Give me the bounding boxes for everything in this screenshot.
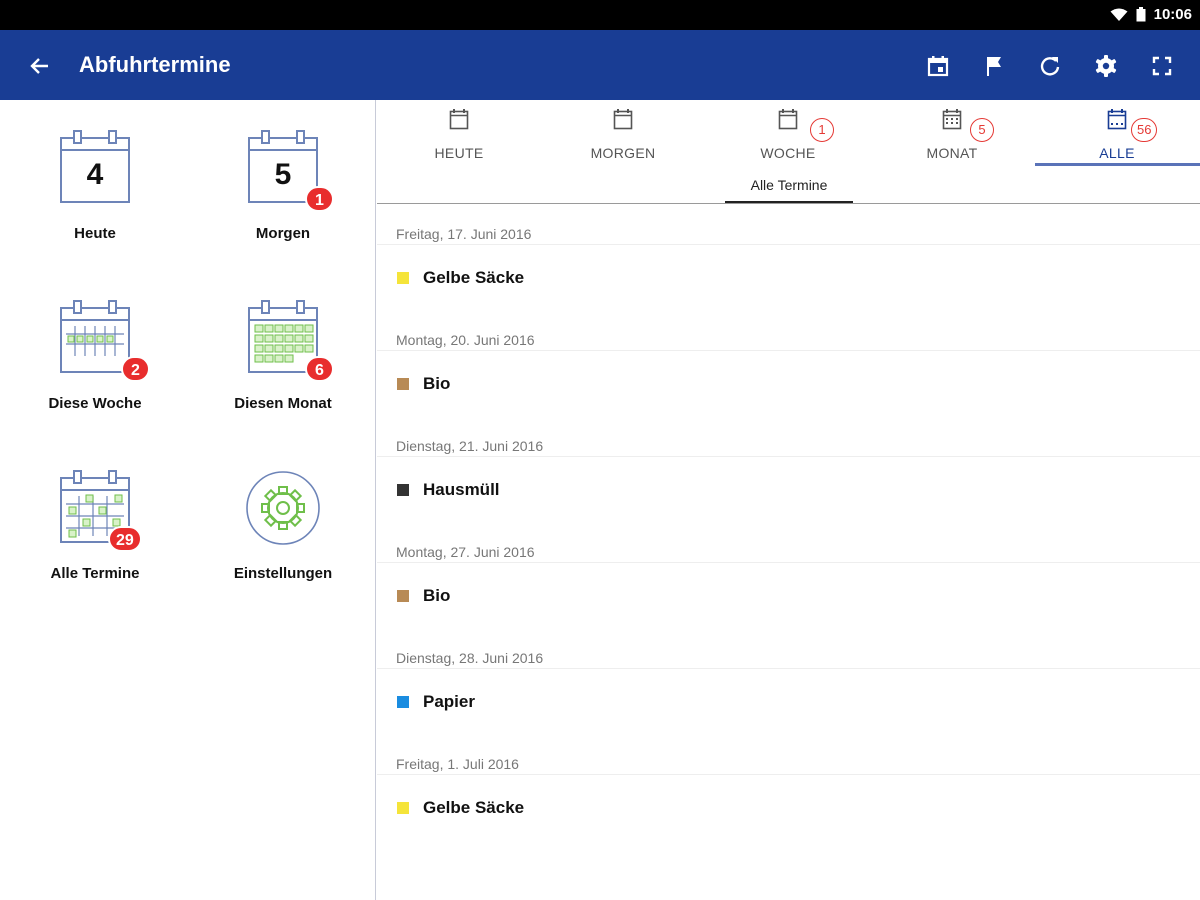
battery-icon	[1136, 7, 1146, 22]
calendar-icon	[927, 56, 949, 77]
entry-label: Bio	[423, 373, 451, 393]
tile-day-number: 4	[87, 158, 104, 191]
tile-diese-woche[interactable]: 2 Diese Woche	[10, 276, 180, 426]
date-header: Freitag, 17. Juni 2016	[377, 204, 1200, 244]
list-item[interactable]: Bio	[377, 350, 1200, 416]
termin-list: Freitag, 17. Juni 2016 Gelbe Säcke Monta…	[377, 204, 1200, 840]
tab-woche[interactable]: 1 WOCHE	[706, 100, 870, 168]
subtab-alle-termine[interactable]: Alle Termine	[725, 170, 853, 203]
app-bar: Abfuhrtermine	[0, 30, 1200, 100]
color-swatch	[397, 377, 409, 390]
calendar-all-icon	[1107, 109, 1127, 130]
list-item[interactable]: Papier	[377, 668, 1200, 734]
tile-einstellungen[interactable]: Einstellungen	[198, 446, 368, 596]
list-item[interactable]: Bio	[377, 562, 1200, 628]
color-swatch	[397, 483, 409, 496]
tab-alle[interactable]: 56 ALLE	[1035, 100, 1199, 168]
entry-label: Papier	[423, 691, 475, 711]
tab-count-badge: 5	[970, 118, 994, 142]
tile-label: Diese Woche	[48, 395, 142, 412]
tile-label: Einstellungen	[233, 565, 333, 582]
tab-label: HEUTE	[434, 145, 484, 161]
tile-badge: 6	[305, 356, 334, 382]
list-item[interactable]: Hausmüll	[377, 456, 1200, 522]
tab-morgen[interactable]: MORGEN	[541, 100, 705, 168]
settings-icon	[1095, 55, 1117, 77]
calendar-button[interactable]	[920, 48, 956, 84]
tab-indicator	[1035, 163, 1200, 166]
tile-label: Alle Termine	[50, 565, 140, 582]
tab-monat[interactable]: 5 MONAT	[870, 100, 1034, 168]
date-header: Dienstag, 21. Juni 2016	[377, 416, 1200, 456]
color-swatch	[397, 589, 409, 602]
tile-morgen[interactable]: 5 1 Morgen	[198, 106, 368, 256]
tile-badge: 1	[305, 186, 334, 212]
settings-button[interactable]	[1088, 48, 1124, 84]
calendar-day-icon: 4	[60, 130, 130, 203]
calendar-day-icon	[613, 109, 633, 130]
fullscreen-icon	[1152, 56, 1172, 76]
list-item[interactable]: Gelbe Säcke	[377, 774, 1200, 840]
tile-heute[interactable]: 4 Heute	[10, 106, 180, 256]
tile-badge: 29	[108, 526, 142, 552]
refresh-icon	[1040, 57, 1060, 76]
list-item[interactable]: Gelbe Säcke	[377, 244, 1200, 310]
tile-diesen-monat[interactable]: 6 Diesen Monat	[198, 276, 368, 426]
tab-label: MORGEN	[590, 145, 656, 161]
entry-label: Hausmüll	[423, 479, 500, 499]
tile-alle-termine[interactable]: 29 Alle Termine	[10, 446, 180, 596]
page-title: Abfuhrtermine	[79, 52, 231, 77]
arrow-left-icon	[30, 58, 48, 74]
wifi-icon	[1110, 8, 1128, 21]
calendar-month-icon	[942, 109, 962, 130]
tile-label: Diesen Monat	[234, 395, 332, 412]
fullscreen-button[interactable]	[1144, 48, 1180, 84]
tile-badge: 2	[121, 356, 150, 382]
tab-label: ALLE	[1099, 145, 1135, 161]
status-bar: 10:06	[0, 0, 1200, 30]
tab-heute[interactable]: HEUTE	[377, 100, 541, 168]
entry-label: Gelbe Säcke	[423, 267, 525, 287]
tab-label: WOCHE	[760, 145, 816, 161]
tile-label: Heute	[74, 225, 116, 242]
tab-count-badge: 1	[810, 118, 834, 142]
entry-label: Gelbe Säcke	[423, 797, 525, 817]
calendar-week-icon	[778, 109, 798, 130]
color-swatch	[397, 801, 409, 814]
filter-tabs: HEUTE MORGEN 1 WOCHE 5 MONAT 56 ALLE	[377, 100, 1200, 168]
date-header: Freitag, 1. Juli 2016	[377, 734, 1200, 774]
back-button[interactable]	[22, 50, 58, 82]
tab-count-badge: 56	[1131, 118, 1158, 142]
overview-panel: 4 Heute 5 1 Morgen 2 Diese Woche 6 Diese…	[0, 100, 376, 900]
calendar-day-icon	[449, 109, 469, 130]
date-header: Montag, 20. Juni 2016	[377, 310, 1200, 350]
flag-icon	[987, 57, 1001, 76]
color-swatch	[397, 695, 409, 708]
tile-day-number: 5	[275, 158, 292, 191]
gear-icon	[246, 471, 320, 545]
refresh-button[interactable]	[1032, 48, 1068, 84]
status-time: 10:06	[1153, 6, 1192, 23]
tab-label: MONAT	[926, 145, 978, 161]
flag-button[interactable]	[976, 48, 1012, 84]
date-header: Dienstag, 28. Juni 2016	[377, 628, 1200, 668]
entry-label: Bio	[423, 585, 451, 605]
date-header: Montag, 27. Juni 2016	[377, 522, 1200, 562]
tile-label: Morgen	[255, 225, 311, 242]
termine-panel: HEUTE MORGEN 1 WOCHE 5 MONAT 56 ALLE All…	[377, 100, 1200, 900]
color-swatch	[397, 271, 409, 284]
